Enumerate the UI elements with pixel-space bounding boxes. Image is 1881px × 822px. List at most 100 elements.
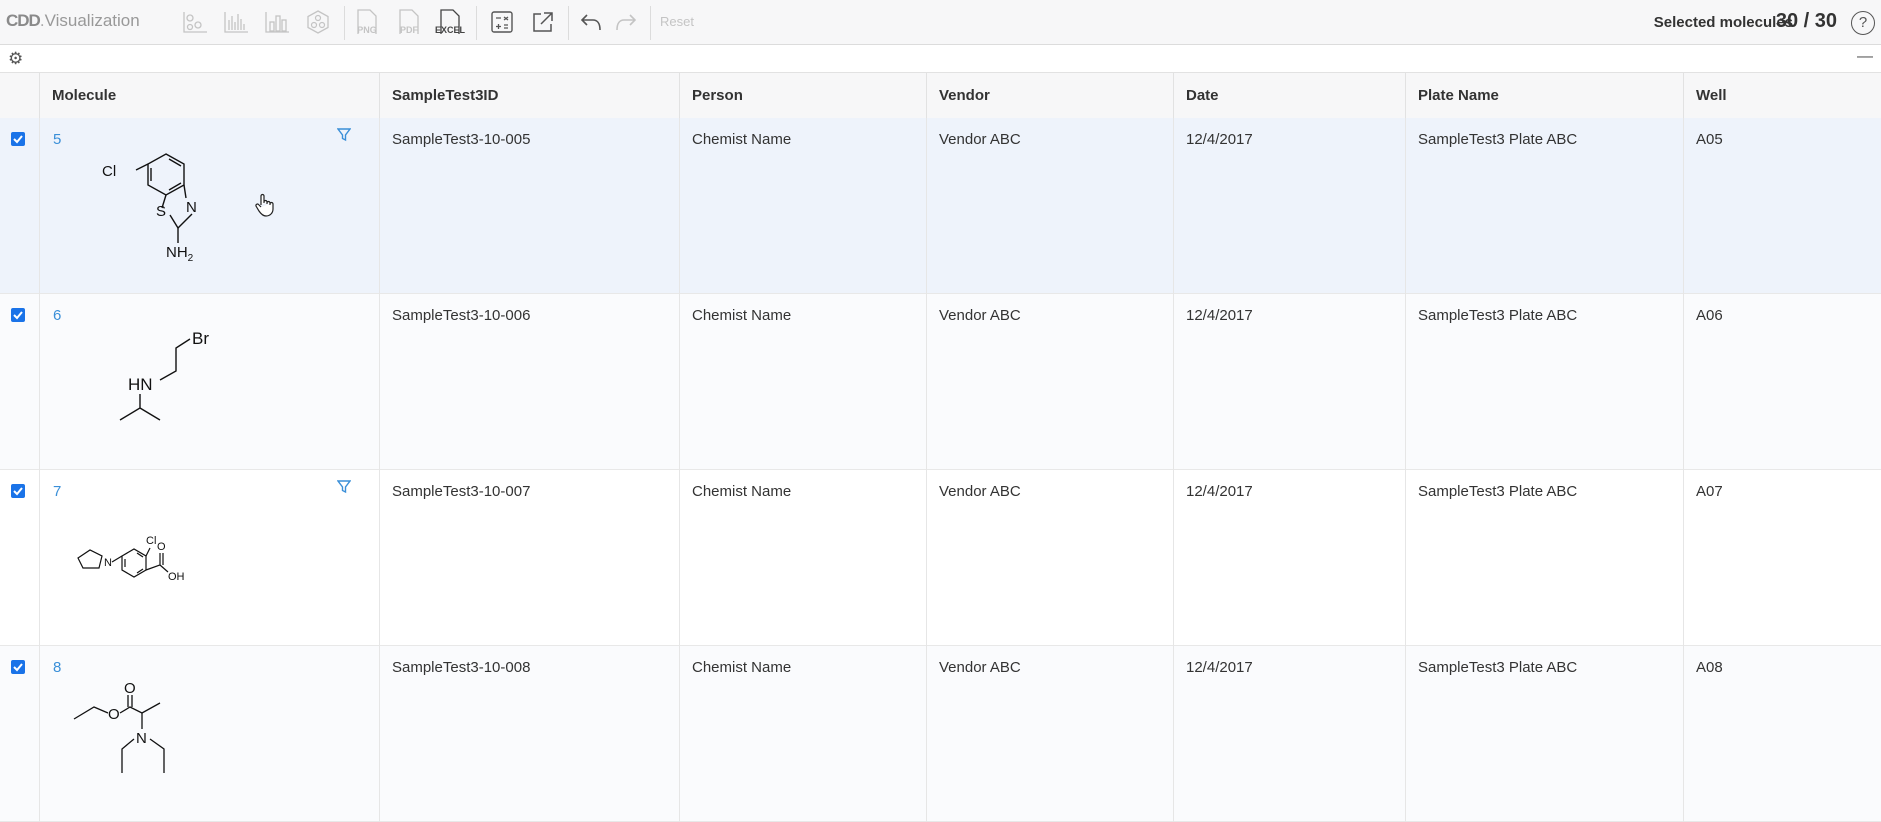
svg-text:N: N	[136, 730, 147, 747]
svg-text:OH: OH	[168, 571, 185, 583]
column-header-molecule[interactable]: Molecule	[40, 73, 380, 119]
person-cell: Chemist Name	[680, 646, 927, 822]
toolbar-divider	[476, 6, 477, 40]
date-cell: 12/4/2017	[1174, 470, 1406, 646]
molecule-id-link[interactable]: 6	[53, 307, 61, 324]
svg-text:Cl: Cl	[146, 535, 156, 547]
filter-icon[interactable]	[336, 128, 352, 146]
hand-cursor-icon	[255, 193, 274, 217]
table-row[interactable]: 6 Br HN SampleTest3-10-006 Chemist Name …	[0, 294, 1881, 470]
row-checkbox[interactable]	[11, 660, 25, 674]
column-header-date[interactable]: Date	[1174, 73, 1406, 119]
row-select-cell	[0, 294, 40, 470]
molecule-structure: Cl S N NH2	[102, 153, 197, 264]
date-cell: 12/4/2017	[1174, 646, 1406, 822]
redo-button[interactable]	[610, 6, 642, 38]
toolbar-divider	[568, 6, 569, 40]
calculator-button[interactable]	[486, 6, 518, 38]
molecule-id-link[interactable]: 5	[53, 131, 61, 148]
molecule-id-link[interactable]: 7	[53, 483, 61, 500]
svg-text:NH2: NH2	[166, 244, 194, 264]
molecule-structure: N Cl O OH	[77, 535, 185, 583]
filter-icon[interactable]	[336, 480, 352, 498]
minimize-icon[interactable]: —	[1857, 48, 1873, 66]
bar-chart-icon	[265, 12, 289, 33]
person-cell: Chemist Name	[680, 118, 927, 294]
well-cell: A07	[1696, 483, 1723, 500]
column-header-sampletest3id[interactable]: SampleTest3ID	[380, 73, 680, 119]
person-cell: Chemist Name	[680, 470, 927, 646]
svg-text:HN: HN	[128, 375, 153, 394]
molecule-structure: O O N	[73, 681, 165, 773]
external-link-icon	[533, 12, 553, 32]
svg-text:Cl: Cl	[102, 163, 116, 180]
molecule-cell: 6 Br HN	[40, 294, 380, 470]
cluster-button[interactable]	[302, 6, 334, 38]
molecule-cell: 7 N Cl O OH	[40, 470, 380, 646]
select-all-column	[0, 73, 40, 119]
vendor-cell: Vendor ABC	[927, 118, 1174, 294]
table-row[interactable]: 5 Cl S N NH2 SampleTest3-10-005 Chemist …	[0, 118, 1881, 294]
well-cell: A05	[1696, 131, 1723, 148]
sample-id-cell: SampleTest3-10-005	[380, 118, 680, 294]
svg-text:O: O	[124, 681, 136, 697]
column-header-plate-name[interactable]: Plate Name	[1406, 73, 1684, 119]
plate-name-cell: SampleTest3 Plate ABC	[1406, 118, 1684, 294]
reset-button[interactable]: Reset	[660, 14, 694, 29]
well-cell: A08	[1696, 659, 1723, 676]
sample-id-cell: SampleTest3-10-006	[380, 294, 680, 470]
person-cell: Chemist Name	[680, 294, 927, 470]
vendor-cell: Vendor ABC	[927, 294, 1174, 470]
selected-molecules-count: 30 / 30	[1775, 10, 1837, 32]
date-cell: 12/4/2017	[1174, 118, 1406, 294]
table-row[interactable]: 8 O O N SampleTest3-10-008 Chemist Name …	[0, 646, 1881, 822]
column-header-well[interactable]: Well	[1684, 73, 1881, 119]
help-button[interactable]: ?	[1851, 11, 1875, 35]
molecule-structure: Br HN	[119, 329, 209, 421]
vendor-cell: Vendor ABC	[927, 646, 1174, 822]
histogram-icon	[224, 12, 248, 33]
molecule-id-link[interactable]: 8	[53, 659, 61, 676]
svg-text:S: S	[156, 203, 166, 220]
sample-id-cell: SampleTest3-10-007	[380, 470, 680, 646]
svg-text:O: O	[108, 706, 120, 723]
svg-text:O: O	[157, 541, 166, 553]
app-logo: CDD.Visualization	[6, 11, 140, 30]
table-header: Molecule SampleTest3ID Person Vendor Dat…	[0, 72, 1881, 120]
row-checkbox[interactable]	[11, 132, 25, 146]
scatter-plot-button[interactable]	[179, 6, 211, 38]
plate-name-cell: SampleTest3 Plate ABC	[1406, 470, 1684, 646]
date-cell: 12/4/2017	[1174, 294, 1406, 470]
selected-molecules-label: Selected molecules	[1653, 14, 1793, 31]
well-cell: A06	[1696, 307, 1723, 324]
column-header-vendor[interactable]: Vendor	[927, 73, 1174, 119]
plate-name-cell: SampleTest3 Plate ABC	[1406, 294, 1684, 470]
row-select-cell	[0, 118, 40, 294]
row-select-cell	[0, 646, 40, 822]
svg-text:Br: Br	[192, 329, 209, 348]
export-png-button[interactable]: PNG	[350, 8, 384, 38]
export-excel-button[interactable]: EXCEL	[433, 8, 467, 38]
molecule-table: Molecule SampleTest3ID Person Vendor Dat…	[0, 72, 1881, 822]
table-row[interactable]: 7 N Cl O OH SampleTest3-10-007 Chemist N…	[0, 470, 1881, 646]
toolbar-divider	[344, 6, 345, 40]
molecule-cell: 8 O O N	[40, 646, 380, 822]
vendor-cell: Vendor ABC	[927, 470, 1174, 646]
column-header-person[interactable]: Person	[680, 73, 927, 119]
open-external-button[interactable]	[527, 6, 559, 38]
toolbar-divider	[650, 6, 651, 40]
export-pdf-button[interactable]: PDF	[392, 8, 426, 38]
grid-options-bar: ⚙ —	[0, 46, 1881, 72]
undo-icon	[580, 14, 601, 31]
row-select-cell	[0, 470, 40, 646]
undo-button[interactable]	[575, 6, 607, 38]
sample-id-cell: SampleTest3-10-008	[380, 646, 680, 822]
bar-chart-button[interactable]	[261, 6, 293, 38]
row-checkbox[interactable]	[11, 484, 25, 498]
histogram-button[interactable]	[220, 6, 252, 38]
calculator-icon	[491, 11, 513, 33]
row-checkbox[interactable]	[11, 308, 25, 322]
svg-text:N: N	[186, 199, 197, 216]
gear-icon[interactable]: ⚙	[8, 49, 23, 69]
hexagon-cluster-icon	[307, 10, 329, 34]
